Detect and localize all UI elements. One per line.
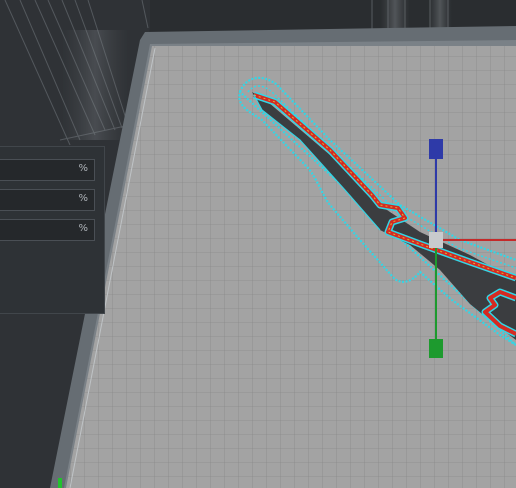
percent-field-3[interactable]: %: [0, 219, 95, 241]
axis-handle-green[interactable]: [429, 339, 443, 358]
axis-handle-center[interactable]: [429, 232, 443, 248]
origin-marker: [58, 478, 62, 488]
axis-handle-blue[interactable]: [429, 139, 443, 159]
percent-unit-1: %: [78, 163, 88, 174]
percent-field-1[interactable]: %: [0, 159, 95, 181]
settings-panel: % % %: [0, 146, 105, 314]
percent-unit-2: %: [78, 193, 88, 204]
percent-unit-3: %: [78, 223, 88, 234]
percent-field-2[interactable]: %: [0, 189, 95, 211]
